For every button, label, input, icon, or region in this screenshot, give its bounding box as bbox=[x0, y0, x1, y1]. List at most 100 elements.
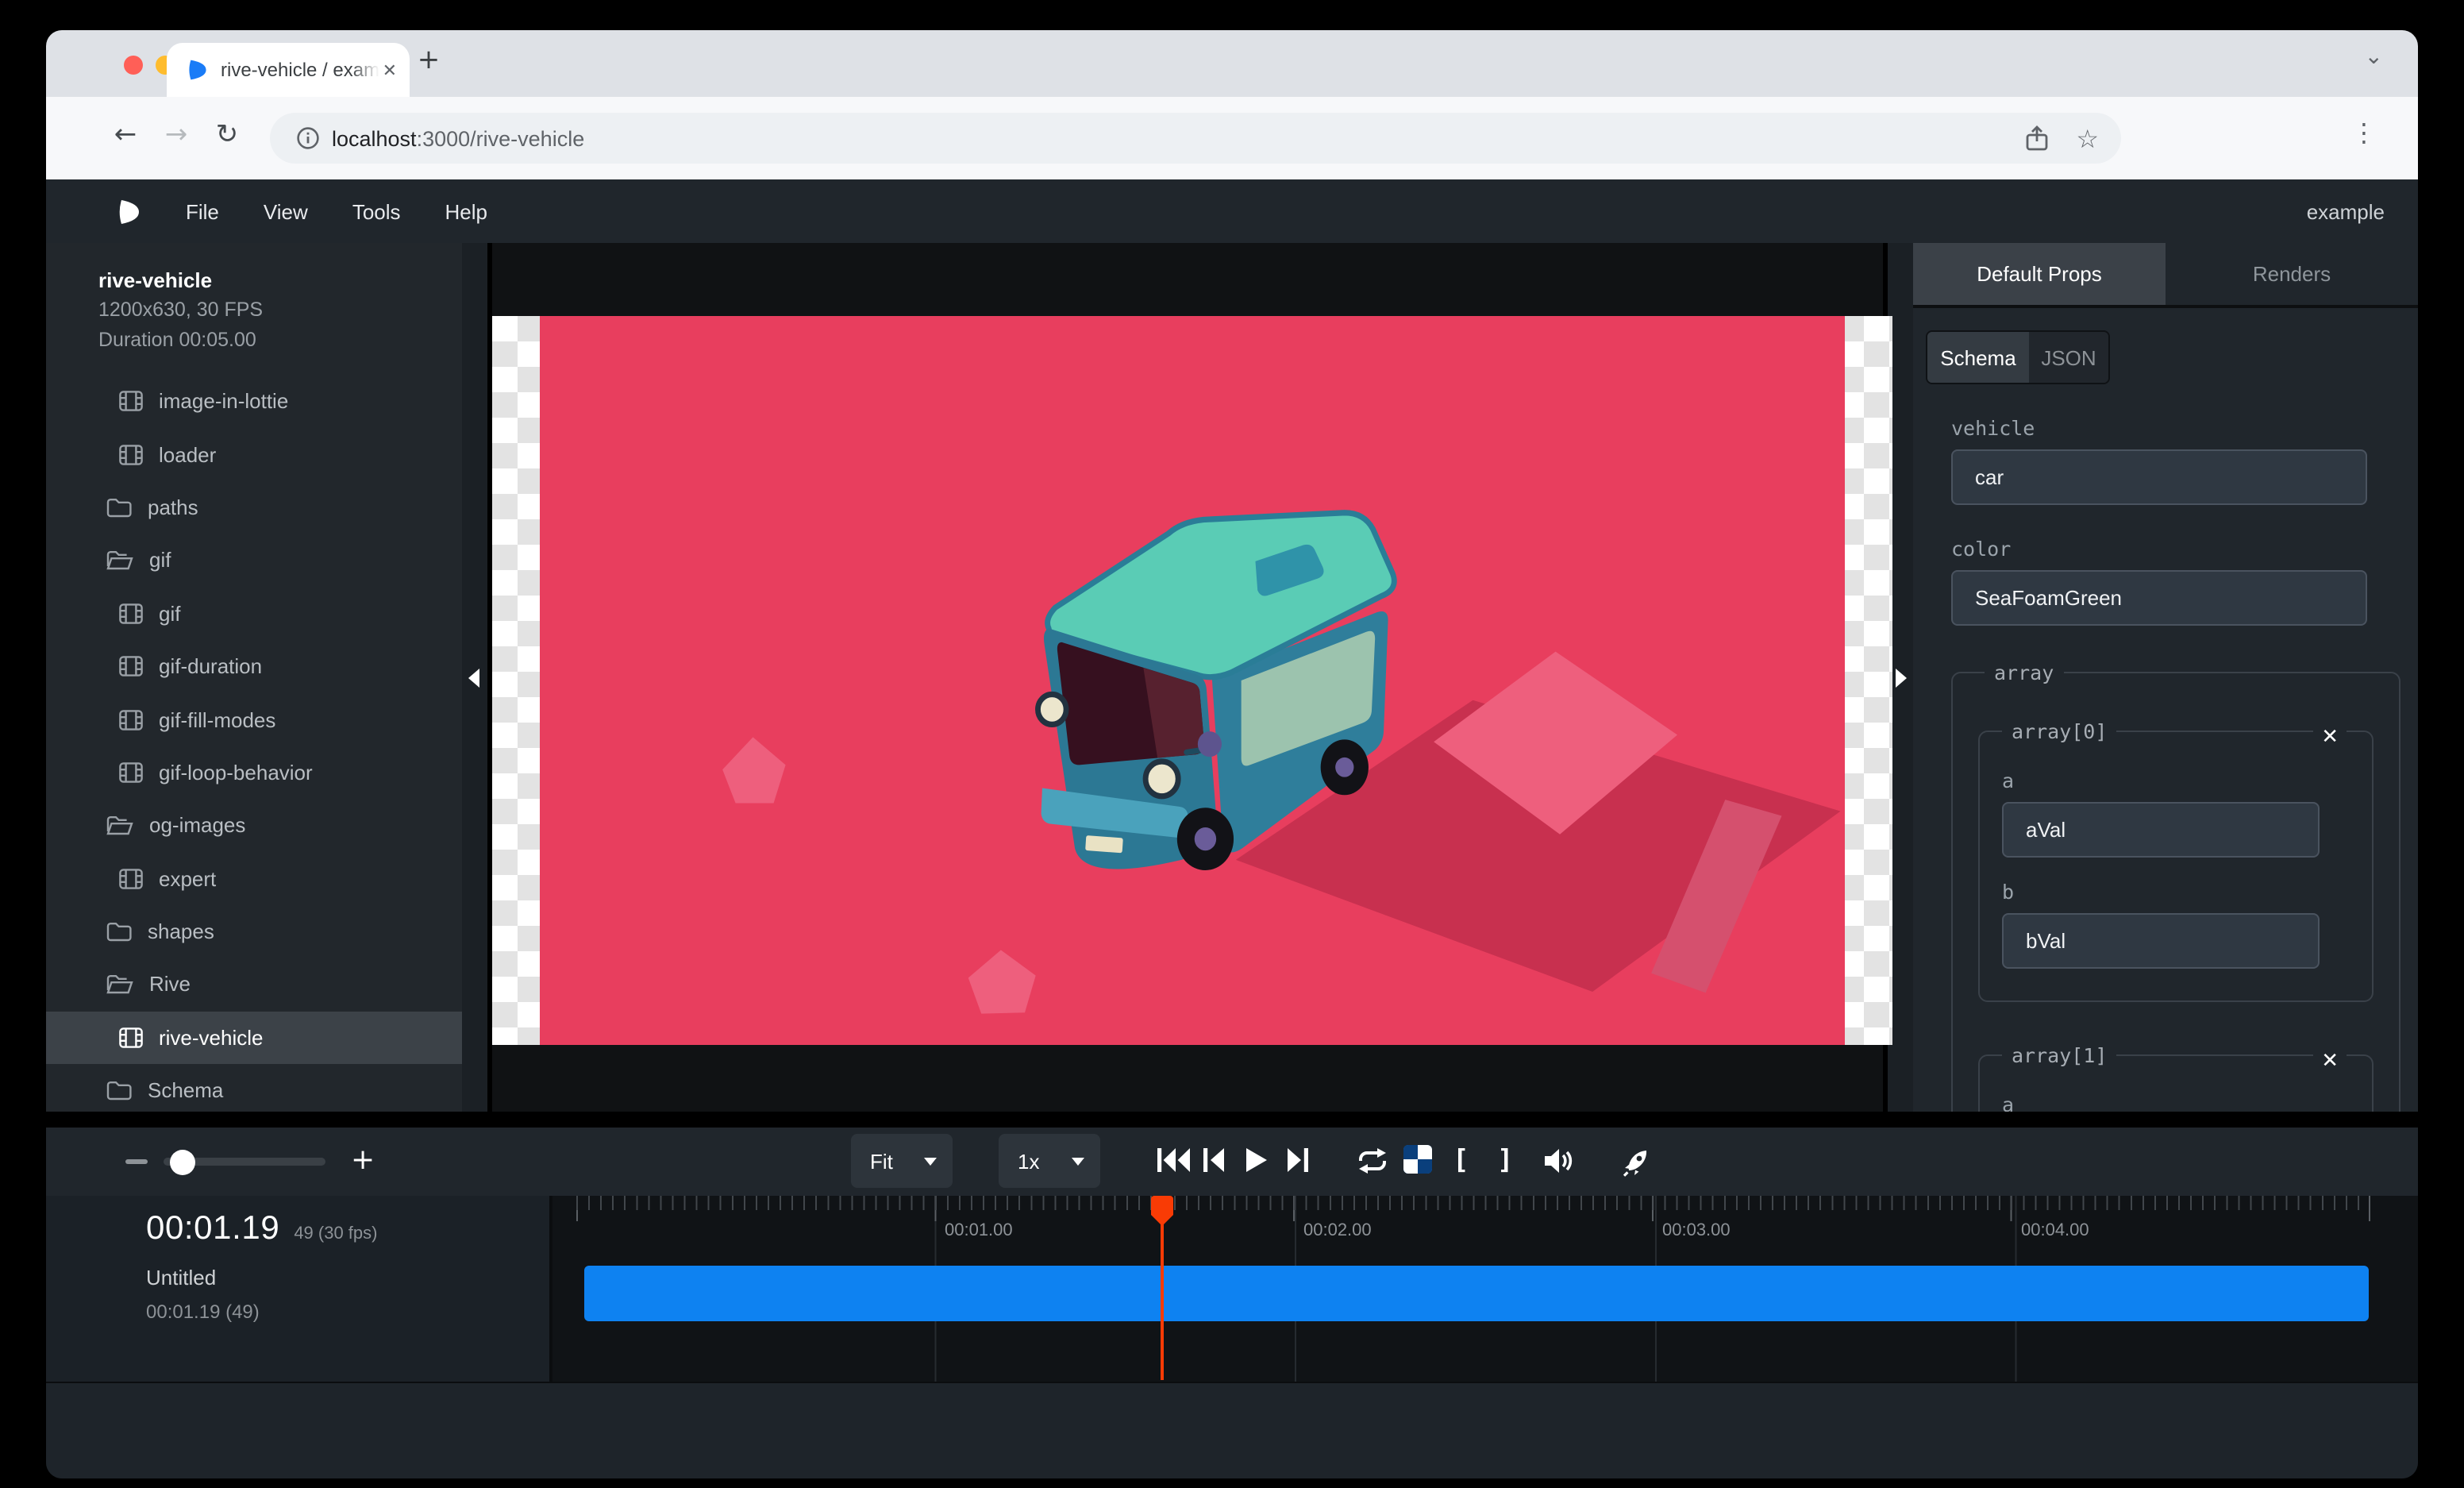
collapse-right-icon[interactable] bbox=[1896, 669, 1907, 688]
zoom-out-button[interactable] bbox=[125, 1159, 148, 1163]
back-button[interactable]: ← bbox=[106, 119, 144, 151]
folder-closed-icon bbox=[106, 921, 132, 942]
transparency-checkerboard-toggle[interactable] bbox=[1403, 1145, 1432, 1174]
tab-default-props[interactable]: Default Props bbox=[1913, 243, 2166, 305]
sidebar-item-gif[interactable]: gif bbox=[46, 587, 462, 640]
remove-array-item-1-button[interactable]: ✕ bbox=[2313, 1051, 2347, 1072]
array-0-b-input[interactable] bbox=[2002, 913, 2320, 969]
ruler-label: 00:01.00 bbox=[945, 1221, 1013, 1240]
skip-to-end-button[interactable] bbox=[1288, 1148, 1308, 1172]
film-icon bbox=[119, 1027, 143, 1048]
tab-close-icon[interactable]: ✕ bbox=[383, 60, 397, 80]
array-legend: array bbox=[1985, 661, 2063, 684]
browser-menu-icon[interactable]: ⋮ bbox=[2351, 118, 2377, 148]
array-0-a-input[interactable] bbox=[2002, 802, 2320, 858]
sidebar-folder-gif[interactable]: gif bbox=[46, 534, 462, 587]
ruler-label: 00:03.00 bbox=[1662, 1221, 1731, 1240]
collapse-left-icon[interactable] bbox=[468, 669, 479, 688]
sidebar-folder-og-images[interactable]: og-images bbox=[46, 799, 462, 852]
remotion-favicon-icon bbox=[187, 59, 208, 81]
sidebar-item-gif-fill-modes[interactable]: gif-fill-modes bbox=[46, 693, 462, 746]
fit-select[interactable]: Fit bbox=[851, 1134, 953, 1188]
vehicle-input[interactable] bbox=[1951, 449, 2367, 505]
play-button[interactable] bbox=[1246, 1148, 1267, 1172]
a-field-label: a bbox=[2002, 769, 2372, 792]
url-text: localhost:3000/rive-vehicle bbox=[332, 126, 584, 150]
current-timecode: 00:01.19 bbox=[146, 1210, 279, 1248]
right-panel-tabs: Default Props Renders bbox=[1913, 243, 2418, 308]
timeline-bottom-strip bbox=[46, 1382, 2418, 1478]
reload-button[interactable]: ↻ bbox=[208, 119, 246, 151]
tab-renders[interactable]: Renders bbox=[2166, 243, 2418, 305]
preview-zoom-slider[interactable] bbox=[164, 1158, 325, 1166]
film-icon bbox=[119, 762, 143, 783]
previous-frame-button[interactable] bbox=[1203, 1148, 1224, 1172]
address-bar[interactable]: localhost:3000/rive-vehicle ☆ bbox=[270, 113, 2121, 164]
chevron-down-icon bbox=[1072, 1157, 1084, 1165]
sidebar-folder-shapes[interactable]: shapes bbox=[46, 905, 462, 958]
screen: rive-vehicle / example - Remoti ✕ + ⌄ ← … bbox=[0, 0, 2464, 1488]
film-icon bbox=[119, 444, 143, 465]
loop-toggle-button[interactable] bbox=[1357, 1148, 1388, 1174]
vehicle-illustration bbox=[540, 316, 1845, 1045]
tab-search-chevron-icon[interactable]: ⌄ bbox=[2365, 44, 2383, 70]
current-frame-label: 49 (30 fps) bbox=[294, 1224, 377, 1243]
timeline-ruler-minor-ticks[interactable] bbox=[576, 1196, 2369, 1210]
film-icon bbox=[119, 868, 143, 889]
main-area: rive-vehicle 1200x630, 30 FPS Duration 0… bbox=[46, 243, 2418, 1112]
sidebar-item-expert[interactable]: expert bbox=[46, 852, 462, 905]
render-rocket-button[interactable] bbox=[1623, 1148, 1651, 1177]
sidebar-item-gif-loop-behavior[interactable]: gif-loop-behavior bbox=[46, 746, 462, 799]
timeline-track-area[interactable]: 00:01.00 00:02.00 00:03.00 00:04.00 bbox=[556, 1196, 2415, 1382]
close-window-button[interactable] bbox=[124, 56, 143, 75]
array-fieldset: array array[0] ✕ a b array[1] ✕ bbox=[1951, 661, 2400, 1112]
share-icon[interactable] bbox=[2025, 125, 2047, 151]
menu-help[interactable]: Help bbox=[445, 199, 488, 223]
sidebar-folder-rive[interactable]: Rive bbox=[46, 958, 462, 1012]
menu-file[interactable]: File bbox=[186, 199, 219, 223]
composition-list: image-in-lottie loader paths gif bbox=[46, 375, 462, 1112]
skip-to-start-button[interactable] bbox=[1157, 1148, 1191, 1172]
timeline: 00:01.19 49 (30 fps) Untitled 00:01.19 (… bbox=[46, 1196, 2418, 1478]
color-input[interactable] bbox=[1951, 570, 2367, 626]
timeline-clip-bar[interactable] bbox=[584, 1266, 2369, 1321]
track-duration-label: 00:01.19 (49) bbox=[146, 1301, 260, 1323]
bookmark-star-icon[interactable]: ☆ bbox=[2076, 123, 2099, 153]
zoom-slider-thumb[interactable] bbox=[170, 1149, 195, 1174]
sidebar-collapse-strip[interactable] bbox=[462, 243, 492, 1112]
new-tab-button[interactable]: + bbox=[414, 48, 443, 76]
project-name-label: example bbox=[2307, 199, 2385, 223]
sidebar-item-gif-duration[interactable]: gif-duration bbox=[46, 640, 462, 693]
site-info-icon[interactable] bbox=[297, 127, 319, 149]
color-field-label: color bbox=[1951, 537, 2418, 561]
composition-canvas bbox=[492, 316, 1892, 1045]
film-icon bbox=[119, 656, 143, 677]
menu-view[interactable]: View bbox=[264, 199, 308, 223]
a-field-label: a bbox=[2002, 1093, 2372, 1112]
sidebar-item-rive-vehicle[interactable]: rive-vehicle bbox=[46, 1011, 462, 1064]
sidebar-folder-schema[interactable]: Schema bbox=[46, 1064, 462, 1112]
volume-button[interactable] bbox=[1545, 1148, 1573, 1174]
browser-window: rive-vehicle / example - Remoti ✕ + ⌄ ← … bbox=[46, 30, 2418, 1478]
set-in-point-button[interactable]: [ bbox=[1453, 1145, 1469, 1177]
playback-rate-select[interactable]: 1x bbox=[999, 1134, 1100, 1188]
set-out-point-button[interactable]: ] bbox=[1497, 1145, 1514, 1177]
composition-info: rive-vehicle 1200x630, 30 FPS Duration 0… bbox=[46, 243, 462, 356]
remove-array-item-0-button[interactable]: ✕ bbox=[2313, 727, 2347, 748]
toggle-schema[interactable]: Schema bbox=[1927, 332, 2029, 383]
zoom-in-button[interactable]: + bbox=[351, 1147, 375, 1175]
playhead-handle[interactable] bbox=[1151, 1196, 1173, 1215]
sidebar-folder-paths[interactable]: paths bbox=[46, 481, 462, 534]
chevron-down-icon bbox=[924, 1157, 937, 1165]
folder-closed-icon bbox=[106, 1081, 132, 1101]
tab-title: rive-vehicle / example - Remoti bbox=[221, 59, 379, 81]
browser-tab[interactable]: rive-vehicle / example - Remoti ✕ bbox=[167, 43, 410, 97]
sidebar-item-image-in-lottie[interactable]: image-in-lottie bbox=[46, 375, 462, 428]
right-panel: Default Props Renders Schema JSON vehicl… bbox=[1913, 243, 2418, 1112]
menu-tools[interactable]: Tools bbox=[352, 199, 401, 223]
toggle-json[interactable]: JSON bbox=[2029, 332, 2108, 383]
sidebar-item-loader[interactable]: loader bbox=[46, 428, 462, 481]
remotion-logo-icon bbox=[117, 198, 141, 225]
folder-open-icon bbox=[106, 550, 133, 571]
forward-button[interactable]: → bbox=[157, 119, 195, 151]
